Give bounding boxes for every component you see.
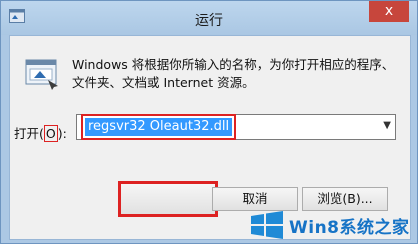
watermark: Win8系统之家 bbox=[247, 206, 415, 242]
windows-logo-icon bbox=[251, 211, 283, 239]
open-input-value[interactable]: regsvr32 Oleaut32.dll bbox=[80, 114, 237, 140]
chevron-down-icon[interactable]: ▼ bbox=[383, 120, 391, 131]
open-label-accesskey: O bbox=[43, 125, 58, 142]
run-icon bbox=[25, 59, 58, 90]
open-combobox[interactable]: regsvr32 Oleaut32.dll ▼ bbox=[76, 114, 396, 140]
title-bar[interactable]: 运行 x bbox=[1, 1, 417, 35]
open-label: 打开(O): bbox=[14, 125, 67, 142]
close-button[interactable]: x bbox=[369, 1, 409, 22]
ok-button[interactable]: 确定 bbox=[126, 187, 212, 211]
open-label-text: 打开 bbox=[14, 126, 40, 141]
run-dialog: 运行 x Windows 将根据你所输入的名称，为你打开相应的程序、文件夹、文档… bbox=[0, 0, 418, 244]
dialog-description: Windows 将根据你所输入的名称，为你打开相应的程序、文件夹、文档或 Int… bbox=[72, 57, 395, 90]
window-title: 运行 bbox=[195, 13, 223, 29]
watermark-text: Win8系统之家 bbox=[289, 218, 410, 238]
